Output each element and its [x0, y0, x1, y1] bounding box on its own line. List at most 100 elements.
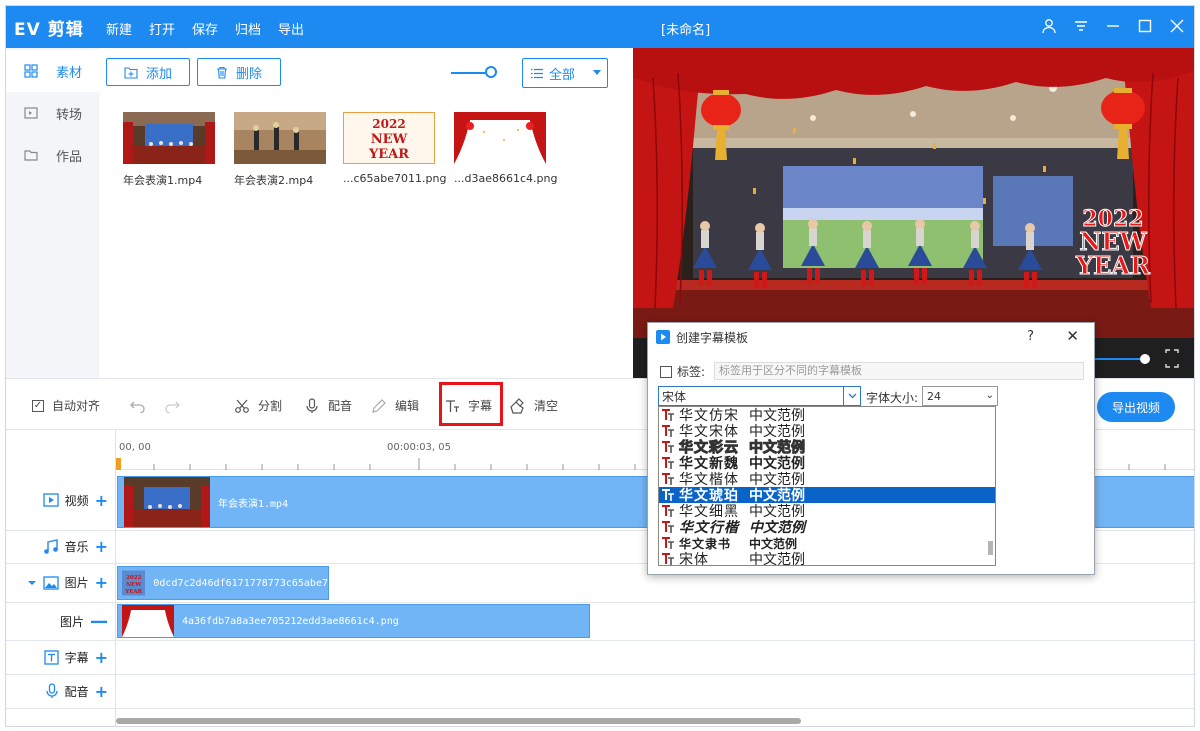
row-divider	[6, 674, 1194, 675]
chevron-down-icon[interactable]	[843, 387, 860, 405]
add-dub-button[interactable]: +	[95, 682, 108, 701]
add-image-button[interactable]: +	[95, 573, 108, 592]
clip-thumbnail	[122, 605, 174, 637]
media-item-video1[interactable]: 年会表演1.mp4	[123, 112, 215, 188]
media-item-png1[interactable]: 2022 NEW YEAR ...c65abe7011.png	[342, 111, 446, 185]
time-mid-label: 00:00:03, 05	[387, 442, 451, 453]
music-icon	[43, 538, 58, 554]
delete-media-button[interactable]: 删除	[197, 58, 281, 86]
export-video-button[interactable]: 导出视频	[1097, 392, 1175, 422]
font-option[interactable]: 宋体 中文范例	[659, 551, 995, 565]
track-video: 视频 +	[6, 470, 116, 530]
menu-save[interactable]: 保存	[192, 19, 235, 38]
thumbnail-red-curtain	[454, 112, 546, 164]
svg-text:NEW: NEW	[371, 132, 408, 147]
thumbnail-stage-performance	[123, 112, 215, 164]
sidebar-item-label: 转场	[56, 107, 83, 123]
dub-button[interactable]: 配音	[304, 397, 352, 414]
track-label: 图片	[59, 614, 84, 629]
clip-name: 4a36fdb7a8a3ee705212edd3ae8661c4.png	[182, 615, 399, 627]
auto-align-checkbox[interactable]: ✓ 自动对齐	[32, 397, 100, 414]
font-dropdown-list[interactable]: 华文仿宋 中文范例 华文宋体 中文范例 华文彩云 中文范例 华文新魏 中文范例 华文楷体…	[658, 406, 996, 566]
clear-button[interactable]: 清空	[510, 397, 558, 414]
settings-menu-icon[interactable]	[1072, 16, 1090, 36]
filter-label: 全部	[549, 67, 576, 83]
add-media-button[interactable]: 添加	[106, 58, 190, 86]
checkbox-checked-icon: ✓	[32, 399, 44, 412]
media-item-png2[interactable]: ...d3ae8661c4.png	[454, 112, 557, 185]
add-label: 添加	[145, 66, 172, 82]
maximize-icon[interactable]	[1136, 16, 1154, 36]
list-icon	[531, 68, 543, 78]
add-video-button[interactable]: +	[95, 491, 108, 510]
menu-open[interactable]: 打开	[149, 19, 192, 38]
tag-input[interactable]	[714, 362, 1084, 380]
menu-export[interactable]: 导出	[278, 19, 321, 38]
image-icon	[42, 575, 59, 590]
split-label: 分割	[258, 399, 283, 413]
font-family-select[interactable]: 宋体	[658, 386, 861, 406]
timeline-scrollbar[interactable]	[116, 718, 801, 724]
image-clip-1[interactable]: 2022 NEW YEAR 0dcd7c2d46df6171778773c65a…	[117, 566, 329, 600]
svg-text:YEAR: YEAR	[124, 589, 142, 595]
video-icon	[42, 493, 59, 507]
edit-button[interactable]: 编辑	[371, 397, 419, 414]
zoom-slider-handle[interactable]	[485, 66, 497, 78]
font-size-select[interactable]: 24 ⌄	[922, 386, 998, 406]
truetype-icon	[661, 424, 675, 438]
truetype-icon	[661, 440, 675, 454]
thumbnail-dance	[234, 112, 326, 164]
add-subtitle-button[interactable]: +	[95, 648, 108, 667]
svg-text:YEAR: YEAR	[368, 147, 409, 162]
time-start-label: 00, 00	[119, 442, 151, 453]
svg-text:2022: 2022	[372, 117, 405, 131]
track-image-1: 图片 +	[6, 563, 116, 602]
font-option[interactable]: 华文行楷 中文范例	[659, 519, 995, 536]
redo-icon	[164, 397, 180, 413]
minimize-icon[interactable]	[1104, 16, 1122, 36]
media-library: 添加 删除 全部 年会表演1.mp4 年会表演2.mp4 2022 NEW YE…	[99, 48, 629, 378]
main-menu: 新建 打开 保存 归档 导出	[106, 19, 321, 38]
text-icon	[444, 398, 460, 414]
tag-checkbox[interactable]	[660, 365, 672, 378]
sidebar-item-materials[interactable]: 素材	[6, 50, 99, 92]
folder-icon	[24, 148, 38, 162]
split-button[interactable]: 分割	[234, 397, 282, 414]
track-music: 音乐 +	[6, 530, 116, 563]
add-music-button[interactable]: +	[95, 537, 108, 556]
font-list-scrollbar[interactable]	[988, 541, 993, 555]
media-item-name: 年会表演2.mp4	[234, 174, 314, 187]
menu-archive[interactable]: 归档	[235, 19, 278, 38]
app-play-icon	[656, 330, 670, 344]
remove-image-track-button[interactable]: —	[90, 611, 108, 632]
row-divider	[6, 708, 1194, 709]
close-window-icon[interactable]	[1168, 16, 1186, 36]
window-controls	[1040, 16, 1186, 36]
auto-align-label: 自动对齐	[52, 399, 101, 413]
track-label: 音乐	[64, 540, 89, 554]
menu-new[interactable]: 新建	[106, 19, 149, 38]
close-dialog-icon[interactable]: ✕	[1066, 327, 1079, 345]
delete-label: 删除	[235, 66, 262, 82]
text-icon	[43, 649, 59, 665]
collapse-arrow-icon[interactable]	[27, 579, 37, 587]
media-item-video2[interactable]: 年会表演2.mp4	[234, 112, 326, 188]
user-icon[interactable]	[1040, 16, 1058, 36]
undo-button[interactable]	[130, 397, 146, 413]
image-clip-2[interactable]: 4a36fdb7a8a3ee705212edd3ae8661c4.png	[117, 604, 590, 638]
help-icon[interactable]: ?	[1027, 329, 1034, 344]
sidebar-item-works[interactable]: 作品	[6, 134, 99, 176]
sidebar: 素材 转场 作品	[6, 48, 99, 378]
redo-button[interactable]	[164, 397, 180, 413]
mic-icon	[45, 683, 58, 698]
create-subtitle-template-dialog: 创建字幕模板 ? ✕ 标签: 宋体 字体大小: 24 ⌄ 华文仿宋中文范例 华文…	[647, 322, 1095, 575]
sidebar-item-label: 素材	[56, 65, 83, 81]
truetype-icon	[661, 472, 675, 486]
undo-icon	[130, 397, 146, 413]
type-filter-dropdown[interactable]: 全部	[522, 58, 608, 88]
transition-icon	[24, 106, 38, 120]
clip-name: 0dcd7c2d46df6171778773c65abe7	[153, 577, 328, 589]
title-bar: EV 剪辑 新建 打开 保存 归档 导出 [未命名]	[6, 6, 1194, 48]
subtitle-button[interactable]: 字幕	[444, 397, 492, 414]
sidebar-item-transitions[interactable]: 转场	[6, 92, 99, 134]
